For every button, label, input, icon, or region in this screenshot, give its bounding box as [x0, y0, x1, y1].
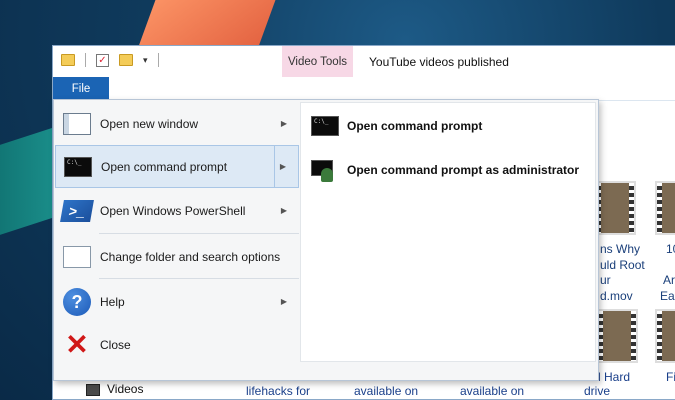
- command-prompt-icon: C:\_: [311, 116, 339, 136]
- file-name-text: ns Why: [600, 242, 641, 256]
- menu-item-help[interactable]: ? Help ▶: [55, 280, 299, 323]
- file-name-text[interactable]: lifehacks for: [246, 384, 310, 398]
- file-name-text[interactable]: available on: [354, 384, 418, 398]
- folder-icon[interactable]: [61, 54, 75, 66]
- menu-item-label: Help: [100, 294, 125, 309]
- video-thumbnail[interactable]: [655, 181, 675, 235]
- file-name-text: d.mov: [600, 289, 633, 303]
- new-folder-icon[interactable]: [119, 54, 133, 66]
- window-title: YouTube videos published: [369, 55, 509, 69]
- file-name-text: Ea: [660, 289, 675, 303]
- menu-separator: [99, 233, 299, 234]
- file-name-text: ur: [600, 273, 611, 287]
- command-prompt-admin-icon: [311, 160, 339, 182]
- file-name-text: uld Root: [600, 258, 645, 272]
- chevron-right-icon: ▶: [280, 297, 287, 306]
- menu-item-open-new-window[interactable]: Open new window ▶: [55, 102, 299, 145]
- file-tab[interactable]: File: [53, 77, 109, 101]
- chevron-right-icon: ▶: [280, 119, 287, 128]
- menu-item-open-command-prompt[interactable]: C:\_ Open command prompt ▶: [55, 145, 299, 188]
- ribbon-tabs: File: [53, 77, 675, 101]
- command-prompt-submenu: C:\_ Open command prompt Open command pr…: [300, 102, 596, 362]
- file-name-text[interactable]: l Hard: [598, 370, 630, 384]
- menu-item-label: Close: [100, 337, 131, 352]
- file-menu-commands: Open new window ▶ C:\_ Open command prom…: [54, 100, 300, 380]
- file-name-text[interactable]: available on: [460, 384, 524, 398]
- submenu-expander[interactable]: [274, 145, 300, 188]
- file-name-text: 10: [666, 242, 675, 256]
- file-name-text[interactable]: Fi: [666, 370, 675, 384]
- submenu-item-label: Open command prompt: [347, 119, 483, 133]
- properties-icon[interactable]: ✓: [96, 53, 109, 67]
- chevron-right-icon: ▶: [279, 162, 286, 171]
- customize-toolbar-dropdown-icon[interactable]: ▾: [143, 55, 148, 66]
- file-name-text: Ar: [663, 273, 675, 287]
- videos-folder-icon: [86, 384, 100, 396]
- command-prompt-icon: C:\_: [63, 155, 93, 179]
- file-name-text[interactable]: drive: [584, 384, 610, 398]
- menu-item-label: Change folder and search options: [100, 249, 281, 264]
- toolbar-separator: [85, 53, 86, 67]
- menu-item-label: Open command prompt: [101, 159, 228, 174]
- submenu-open-command-prompt-admin[interactable]: Open command prompt as administrator: [309, 153, 587, 187]
- title-bar: ✓ ▾ Video Tools YouTube videos published: [53, 46, 675, 77]
- close-icon: ✕: [65, 328, 89, 360]
- menu-item-label: Open new window: [100, 116, 199, 131]
- video-thumbnail[interactable]: [594, 181, 636, 235]
- help-icon: ?: [62, 287, 92, 316]
- quick-access-toolbar: ✓ ▾: [61, 53, 159, 67]
- menu-item-close[interactable]: ✕ Close: [55, 323, 299, 366]
- submenu-open-command-prompt[interactable]: C:\_ Open command prompt: [309, 109, 587, 143]
- window-icon: [62, 112, 92, 136]
- video-tools-context-tab[interactable]: Video Tools: [282, 46, 353, 77]
- video-thumbnail[interactable]: [596, 309, 638, 363]
- video-thumbnail[interactable]: [655, 309, 675, 363]
- file-menu: Open new window ▶ C:\_ Open command prom…: [53, 99, 599, 381]
- menu-item-open-powershell[interactable]: >_ Open Windows PowerShell ▶: [55, 189, 299, 232]
- toolbar-separator: [157, 53, 159, 67]
- nav-item-videos[interactable]: Videos: [107, 382, 143, 396]
- folder-options-icon: [62, 245, 92, 269]
- powershell-icon: >_: [60, 199, 94, 223]
- menu-separator: [99, 278, 299, 279]
- chevron-right-icon: ▶: [280, 206, 287, 215]
- menu-item-label: Open Windows PowerShell: [100, 203, 246, 218]
- submenu-item-label: Open command prompt as administrator: [347, 163, 580, 177]
- menu-item-folder-options[interactable]: Change folder and search options: [55, 235, 299, 278]
